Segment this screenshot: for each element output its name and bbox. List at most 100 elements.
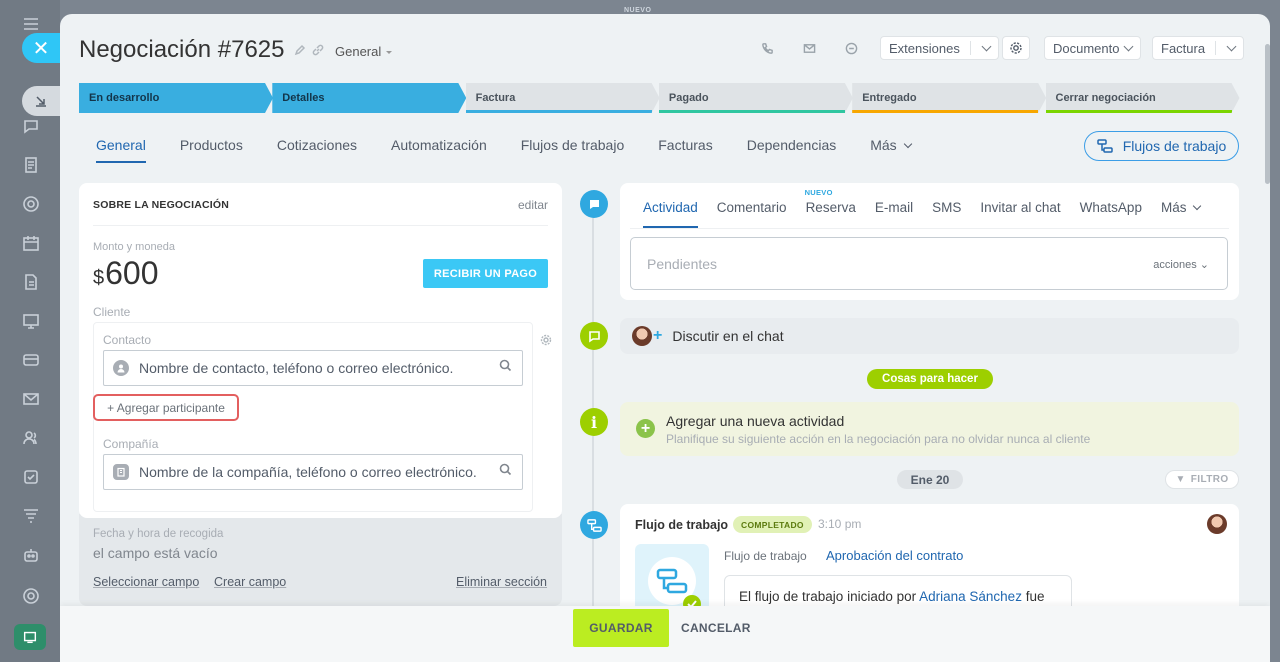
receive-payment-button[interactable]: RECIBIR UN PAGO <box>423 259 548 288</box>
cancel-button[interactable]: CANCELAR <box>681 609 751 647</box>
add-participant-button[interactable]: + Agregar participante <box>93 394 239 421</box>
company-field[interactable] <box>103 454 523 490</box>
tab-workflows[interactable]: Flujos de trabajo <box>521 137 625 161</box>
company-input[interactable] <box>139 464 499 480</box>
board-icon[interactable] <box>21 311 41 331</box>
user-link[interactable]: Adriana Sánchez <box>919 589 1022 604</box>
bottom-app-icon[interactable] <box>14 624 46 650</box>
chat-icon[interactable] <box>21 116 41 136</box>
email-button[interactable] <box>790 36 828 60</box>
tab-dependencies[interactable]: Dependencias <box>747 137 837 161</box>
invoice-button[interactable]: Factura <box>1152 36 1245 60</box>
chevron-down-icon <box>981 41 992 51</box>
close-icon: ✕ <box>32 37 50 60</box>
tab-products[interactable]: Productos <box>180 137 243 161</box>
message-button[interactable] <box>832 36 870 60</box>
save-button[interactable]: GUARDAR <box>573 609 669 647</box>
filter-button[interactable]: ▼ FILTRO <box>1165 470 1239 489</box>
search-icon[interactable] <box>499 359 522 377</box>
calendar-icon[interactable] <box>21 233 41 253</box>
pending-field[interactable]: Pendientes acciones ⌄ <box>630 237 1228 290</box>
avatar <box>1207 514 1227 539</box>
extensions-button[interactable]: Extensiones <box>880 36 999 60</box>
stage-label: Pagado <box>668 92 709 104</box>
stage-color-bar <box>466 110 652 113</box>
activity-tab-activity[interactable]: Actividad <box>643 200 698 228</box>
file-icon[interactable] <box>21 272 41 292</box>
discuss-chat-row[interactable]: + Discutir en el chat <box>620 318 1239 354</box>
plus-icon: + <box>653 327 663 344</box>
stage-label: En desarrollo <box>89 92 160 104</box>
delete-section-link[interactable]: Eliminar sección <box>456 575 547 589</box>
footer-bar: GUARDAR CANCELAR <box>60 606 1270 662</box>
activity-dot <box>580 190 608 218</box>
minimize-slider-button[interactable] <box>22 86 60 116</box>
select-field-link[interactable]: Seleccionar campo <box>93 575 199 589</box>
chevron-down-icon <box>903 139 912 149</box>
stage-6[interactable]: Cerrar negociación <box>1046 83 1240 113</box>
info-dot: i <box>580 408 608 436</box>
tab-invoices[interactable]: Facturas <box>658 137 712 161</box>
pencil-icon[interactable] <box>294 44 306 56</box>
stage-2[interactable]: Detalles <box>272 83 466 113</box>
stage-1[interactable]: En desarrollo <box>79 83 273 113</box>
workflow-label: Flujo de trabajo <box>724 549 807 563</box>
scrollbar[interactable] <box>1265 44 1270 184</box>
users-icon[interactable] <box>21 428 41 448</box>
settings-icon[interactable] <box>21 586 41 606</box>
company-label: Compañía <box>103 437 159 451</box>
workflow-link[interactable]: Aprobación del contrato <box>826 548 963 563</box>
chevron-down-icon <box>1193 201 1202 211</box>
mail-icon[interactable] <box>21 389 41 409</box>
create-field-link[interactable]: Crear campo <box>214 575 286 589</box>
funnel-icon[interactable] <box>21 506 41 526</box>
settings-button[interactable] <box>1002 36 1030 60</box>
tab-quotes[interactable]: Cotizaciones <box>277 137 357 161</box>
chevron-down-icon <box>1124 41 1134 51</box>
contact-label: Contacto <box>103 333 152 347</box>
actions-dropdown[interactable]: acciones ⌄ <box>1153 258 1209 271</box>
target-icon[interactable] <box>21 194 41 214</box>
document-icon[interactable] <box>21 155 41 175</box>
stage-color-bar <box>1046 110 1232 113</box>
contact-field[interactable] <box>103 350 523 386</box>
client-settings[interactable] <box>540 333 552 351</box>
workflows-button[interactable]: Flujos de trabajo <box>1084 131 1239 161</box>
amount-number: 600 <box>105 255 159 291</box>
phone-button[interactable] <box>748 36 786 60</box>
stage-label: Detalles <box>282 92 325 104</box>
chevron-down-icon <box>1226 41 1237 51</box>
search-icon[interactable] <box>499 463 522 481</box>
menu-icon[interactable] <box>21 14 41 34</box>
category-selector[interactable]: General <box>335 44 392 59</box>
stage-bar: En desarrollo Detalles Factura Pagado Entreg… <box>79 83 1239 113</box>
activity-tab-comment[interactable]: Comentario <box>717 200 787 215</box>
about-deal-card: SOBRE LA NEGOCIACIÓN editar Monto y mone… <box>79 183 562 518</box>
checkbox-icon[interactable] <box>21 467 41 487</box>
add-activity-card[interactable]: + Agregar una nueva actividad Planifique… <box>620 402 1239 456</box>
activity-tab-invite-chat[interactable]: Invitar al chat <box>980 200 1060 215</box>
stage-4[interactable]: Pagado <box>659 83 853 113</box>
close-slider-button[interactable]: ✕ <box>22 33 60 63</box>
document-button[interactable]: Documento <box>1044 36 1142 60</box>
tab-more[interactable]: Más <box>870 137 912 161</box>
activity-tab-booking[interactable]: NUEVO Reserva <box>805 188 856 215</box>
mail-icon <box>803 43 815 53</box>
pickup-value: el campo está vacío <box>93 545 218 561</box>
activity-tab-whatsapp[interactable]: WhatsApp <box>1080 200 1142 215</box>
edit-link[interactable]: editar <box>518 198 548 212</box>
stage-3[interactable]: Factura <box>466 83 660 113</box>
tab-general[interactable]: General <box>96 137 146 163</box>
activity-tab-sms[interactable]: SMS <box>932 200 961 215</box>
plus-icon[interactable]: + <box>636 419 655 438</box>
link-icon[interactable] <box>312 44 324 56</box>
robot-icon[interactable] <box>21 545 41 565</box>
activity-tabs: Actividad Comentario NUEVO Reserva E-mail… <box>643 188 1219 228</box>
activity-tab-email[interactable]: E-mail <box>875 200 913 215</box>
phone-icon <box>761 42 773 54</box>
activity-tab-more[interactable]: Más <box>1161 200 1202 215</box>
tab-automation[interactable]: Automatización <box>391 137 487 161</box>
card-icon[interactable] <box>21 350 41 370</box>
stage-5[interactable]: Entregado <box>852 83 1046 113</box>
contact-input[interactable] <box>139 360 499 376</box>
